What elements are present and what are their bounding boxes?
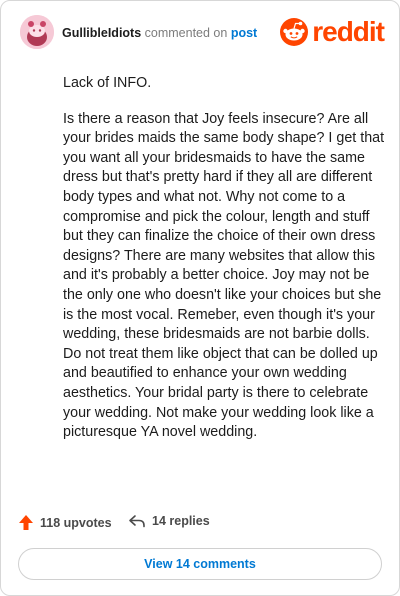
upvote-count: 118 upvotes xyxy=(40,515,112,530)
comment-actions: 118 upvotes 14 replies xyxy=(18,514,378,534)
reply-count: 14 replies xyxy=(152,514,210,528)
comment-byline: GullibleIdiots commented on post xyxy=(62,26,257,40)
user-avatar[interactable] xyxy=(20,15,54,49)
upvote-button[interactable]: 118 upvotes xyxy=(18,514,112,531)
reddit-wordmark: reddit xyxy=(312,16,385,47)
comment-card: GullibleIdiots commented on post reddit … xyxy=(0,0,400,596)
comment-paragraph: Is there a reason that Joy feels insecur… xyxy=(63,110,385,441)
snoo-avatar-icon xyxy=(20,15,54,49)
view-comments-button[interactable]: View 14 comments xyxy=(18,548,382,580)
post-link[interactable]: post xyxy=(231,26,257,40)
username[interactable]: GullibleIdiots xyxy=(62,26,141,40)
upvote-arrow-icon xyxy=(19,515,33,530)
reddit-snoo-icon xyxy=(280,18,309,46)
comment-header: GullibleIdiots commented on post reddit xyxy=(20,15,385,51)
reddit-logo[interactable]: reddit xyxy=(280,16,385,47)
comment-body: Lack of INFO. Is there a reason that Joy… xyxy=(63,74,387,459)
reply-arrow-icon xyxy=(129,515,145,528)
reply-button[interactable]: 14 replies xyxy=(128,514,210,528)
comment-paragraph: Lack of INFO. xyxy=(63,75,152,91)
action-text: commented on xyxy=(144,26,228,40)
